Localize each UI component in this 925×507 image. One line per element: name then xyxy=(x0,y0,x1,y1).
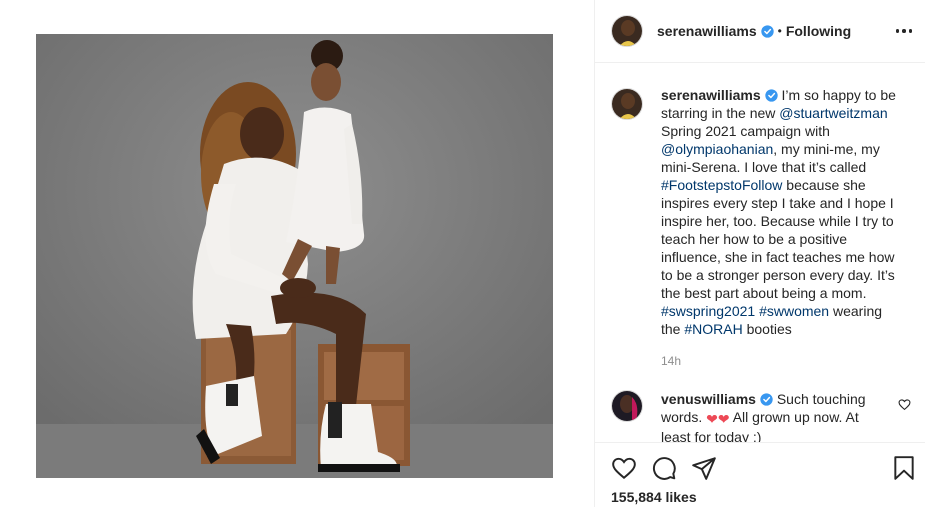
caption-body: serenawilliams I’m so happy to be starri… xyxy=(661,86,897,370)
red-heart-emoji: ❤❤ xyxy=(706,411,730,427)
commenter-avatar-image xyxy=(612,391,642,421)
bookmark-icon[interactable] xyxy=(891,455,917,481)
comment-body: venuswilliams Such touching words. ❤❤ Al… xyxy=(661,390,876,442)
caption-username[interactable]: serenawilliams xyxy=(661,87,761,103)
verified-badge-icon xyxy=(764,89,778,102)
caption-text-part: because she inspires every step I take a… xyxy=(661,177,895,301)
caption-text-part: booties xyxy=(742,321,792,337)
caption-text: serenawilliams I’m so happy to be starri… xyxy=(661,86,897,338)
hashtag-link[interactable]: #swspring2021 xyxy=(661,303,755,319)
caption-text-part: Spring 2021 campaign with xyxy=(661,123,830,139)
caption-timestamp[interactable]: 14h xyxy=(661,352,897,370)
caption-avatar[interactable] xyxy=(611,88,643,120)
author-avatar[interactable] xyxy=(611,15,643,47)
hashtag-link[interactable]: #NORAH xyxy=(684,321,742,337)
more-options-icon[interactable] xyxy=(892,21,916,41)
share-icon[interactable] xyxy=(691,455,717,481)
post-caption: serenawilliams I’m so happy to be starri… xyxy=(611,86,911,370)
caption-avatar-image xyxy=(612,89,642,119)
comment-username[interactable]: venuswilliams xyxy=(661,391,756,407)
heart-icon[interactable] xyxy=(611,455,637,481)
post-photo-illustration xyxy=(36,34,553,478)
hashtag-link[interactable]: #FootstepstoFollow xyxy=(661,177,782,193)
post-media-area xyxy=(0,0,594,507)
comment-icon[interactable] xyxy=(651,455,677,481)
following-button[interactable]: Following xyxy=(786,23,851,39)
mention-link[interactable]: @stuartweitzman xyxy=(779,105,887,121)
comment-item: venuswilliams Such touching words. ❤❤ Al… xyxy=(611,390,911,442)
like-comment-heart-icon[interactable] xyxy=(898,398,911,411)
hashtag-link[interactable]: #swwomen xyxy=(759,303,829,319)
mention-link[interactable]: @olympiaohanian xyxy=(661,141,773,157)
post-header: serenawilliams • Following xyxy=(595,0,925,63)
likes-count[interactable]: 155,884 likes xyxy=(611,489,697,505)
verified-badge-icon xyxy=(760,24,774,38)
header-username[interactable]: serenawilliams xyxy=(657,23,757,39)
comments-section[interactable]: serenawilliams I’m so happy to be starri… xyxy=(595,64,925,442)
commenter-avatar[interactable] xyxy=(611,390,643,422)
header-separator: • xyxy=(777,24,782,38)
author-avatar-image xyxy=(612,16,642,46)
post-side-panel: serenawilliams • Following serenawilliam… xyxy=(594,0,925,507)
post-actions-bar: 155,884 likes xyxy=(595,442,925,507)
post-photo[interactable] xyxy=(36,34,553,478)
verified-badge-icon xyxy=(760,393,773,406)
